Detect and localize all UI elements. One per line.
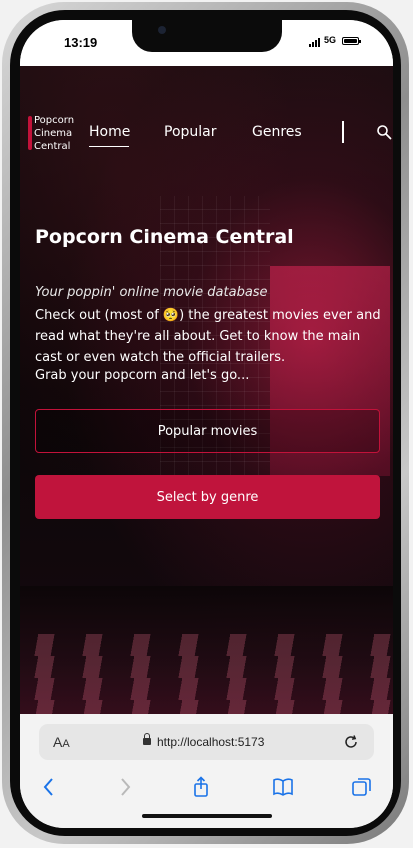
- hero-description-start: Check out (most of: [35, 308, 163, 323]
- hero-tagline: Your poppin' online movie database: [35, 285, 268, 300]
- text-size-small: A: [62, 738, 70, 750]
- background-floor-tiles: [20, 634, 393, 714]
- browser-toolbar: [20, 772, 393, 802]
- notch: [132, 20, 282, 52]
- bookmarks-icon[interactable]: [272, 776, 294, 798]
- nav-home[interactable]: Home: [89, 124, 130, 147]
- status-bar: 13:19 5G: [20, 20, 393, 66]
- battery-icon: [342, 37, 361, 45]
- hero-call-to-action: Grab your popcorn and let's go...: [35, 368, 250, 383]
- share-icon[interactable]: [190, 776, 212, 798]
- phone-screen: 13:19 5G Popcorn Cinema Central Home Pop…: [20, 20, 393, 828]
- browser-chrome: AA http://localhost:5173: [20, 714, 393, 828]
- status-time: 13:19: [64, 35, 98, 50]
- signal-icon: [309, 38, 320, 47]
- nav-genres[interactable]: Genres: [252, 124, 302, 140]
- forward-icon[interactable]: [114, 776, 136, 798]
- text-size-large: A: [53, 734, 63, 750]
- lock-icon: [143, 733, 151, 745]
- battery-level-fill: [344, 39, 357, 43]
- back-icon[interactable]: [38, 776, 60, 798]
- address-bar[interactable]: AA http://localhost:5173: [39, 724, 374, 760]
- nav-divider: [342, 121, 344, 143]
- reload-icon[interactable]: [343, 734, 359, 750]
- select-genre-button[interactable]: Select by genre: [35, 475, 380, 519]
- hero-description: Check out (most of 🥺) the greatest movie…: [35, 305, 381, 368]
- nav-popular[interactable]: Popular: [164, 124, 217, 140]
- home-indicator[interactable]: [142, 814, 272, 818]
- popular-movies-button[interactable]: Popular movies: [35, 409, 380, 453]
- hero-title: Popcorn Cinema Central: [35, 226, 294, 248]
- brand-logo[interactable]: Popcorn Cinema Central: [28, 114, 90, 153]
- web-page: Popcorn Cinema Central Home Popular Genr…: [20, 66, 393, 714]
- tabs-icon[interactable]: [351, 776, 373, 798]
- search-icon[interactable]: [376, 124, 392, 140]
- text-size-button[interactable]: AA: [53, 734, 70, 750]
- network-type: 5G: [324, 35, 337, 45]
- url-text[interactable]: http://localhost:5173: [157, 735, 264, 749]
- pleading-emoji-icon: 🥺: [162, 308, 180, 323]
- front-camera-icon: [158, 26, 166, 34]
